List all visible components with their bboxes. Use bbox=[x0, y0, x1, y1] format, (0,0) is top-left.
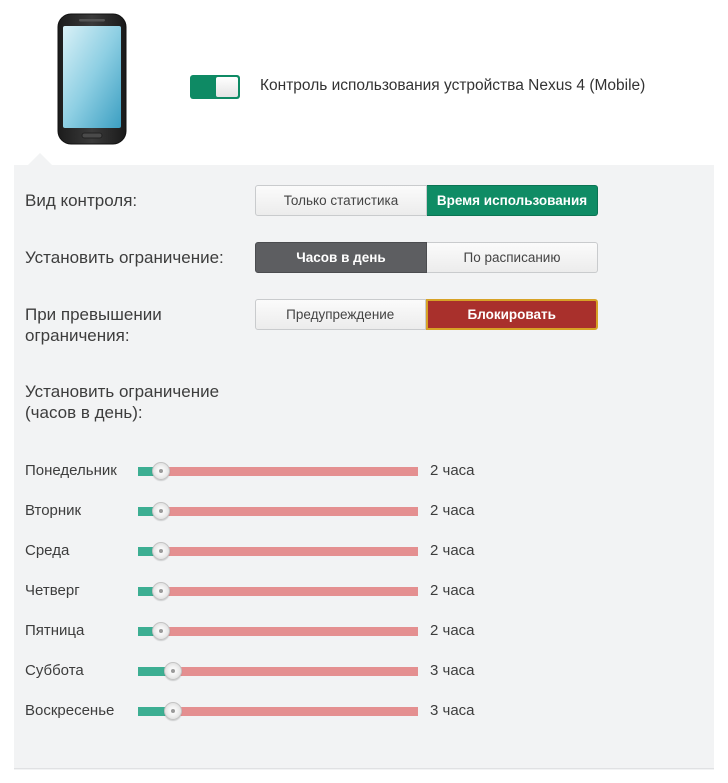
day-label: Воскресенье bbox=[25, 702, 115, 719]
hours-limit-heading-line2: (часов в день): bbox=[25, 403, 143, 422]
day-label: Четверг bbox=[25, 582, 80, 599]
day-value: 2 часа bbox=[430, 502, 475, 519]
day-slider-thumb[interactable] bbox=[152, 502, 170, 520]
hours-limit-heading-line1: Установить ограничение bbox=[25, 382, 220, 401]
phone-icon bbox=[57, 13, 127, 145]
day-label: Понедельник bbox=[25, 462, 117, 479]
day-slider-thumb[interactable] bbox=[152, 622, 170, 640]
day-label: Среда bbox=[25, 542, 70, 559]
toggle-knob bbox=[216, 77, 238, 97]
panel-bottom-border bbox=[14, 768, 714, 769]
on-exceed-label-line1: При превышении bbox=[25, 305, 162, 324]
day-slider-thumb[interactable] bbox=[152, 542, 170, 560]
limit-type-switch: Часов в день По расписанию bbox=[255, 242, 598, 273]
on-exceed-label-line2: ограничения: bbox=[25, 326, 130, 345]
day-value: 3 часа bbox=[430, 662, 475, 679]
device-title: Контроль использования устройства Nexus … bbox=[260, 77, 646, 94]
day-slider-track[interactable] bbox=[138, 627, 418, 636]
day-value: 2 часа bbox=[430, 462, 475, 479]
option-warning[interactable]: Предупреждение bbox=[255, 299, 426, 330]
day-slider-track[interactable] bbox=[138, 507, 418, 516]
control-type-label: Вид контроля: bbox=[25, 191, 138, 210]
day-slider-thumb[interactable] bbox=[164, 662, 182, 680]
day-slider-thumb[interactable] bbox=[164, 702, 182, 720]
day-value: 2 часа bbox=[430, 542, 475, 559]
hours-limit-heading: Установить ограничение (часов в день): bbox=[25, 381, 219, 423]
day-label: Суббота bbox=[25, 662, 84, 679]
day-value: 2 часа bbox=[430, 622, 475, 639]
day-slider-thumb[interactable] bbox=[152, 462, 170, 480]
option-block[interactable]: Блокировать bbox=[425, 299, 598, 330]
day-slider-track[interactable] bbox=[138, 587, 418, 596]
device-control-toggle[interactable] bbox=[190, 75, 240, 99]
day-label: Пятница bbox=[25, 622, 85, 639]
option-hours-per-day[interactable]: Часов в день bbox=[255, 242, 427, 273]
control-type-switch: Только статистика Время использования bbox=[255, 185, 598, 216]
day-slider-thumb[interactable] bbox=[152, 582, 170, 600]
day-value: 2 часа bbox=[430, 582, 475, 599]
on-exceed-label: При превышении ограничения: bbox=[25, 304, 162, 346]
day-value: 3 часа bbox=[430, 702, 475, 719]
limit-label: Установить ограничение: bbox=[25, 248, 224, 267]
on-exceed-switch: Предупреждение Блокировать bbox=[255, 299, 598, 330]
option-statistics-only[interactable]: Только статистика bbox=[255, 185, 427, 216]
day-slider-track[interactable] bbox=[138, 467, 418, 476]
day-label: Вторник bbox=[25, 502, 82, 519]
option-usage-time[interactable]: Время использования bbox=[427, 185, 598, 216]
panel-pointer bbox=[28, 153, 52, 165]
option-by-schedule[interactable]: По расписанию bbox=[427, 242, 598, 273]
day-slider-track[interactable] bbox=[138, 547, 418, 556]
